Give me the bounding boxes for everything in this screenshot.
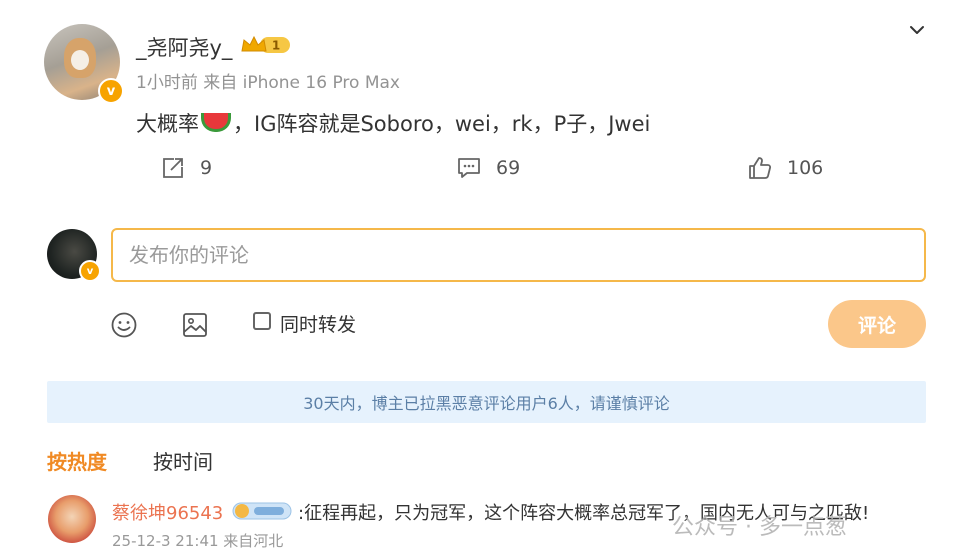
sort-by-time-tab[interactable]: 按时间 [153, 446, 213, 475]
repost-count: 9 [200, 157, 213, 179]
emoji-icon[interactable] [110, 311, 138, 339]
verified-badge-icon: v [79, 260, 101, 282]
post-text-start: 大概率 [136, 112, 199, 136]
post-text-rest: ，IG阵容就是Soboro，wei，rk，P子，Jwei [233, 112, 651, 136]
fan-badge-icon[interactable] [232, 501, 292, 521]
image-icon[interactable] [181, 311, 209, 339]
repost-checkbox[interactable] [253, 312, 271, 330]
dog-face-shape [71, 50, 89, 70]
post-text: 大概率 ，IG阵容就是Soboro，wei，rk，P子，Jwei [136, 108, 650, 138]
comment-icon [458, 158, 480, 178]
watermark: 公众号 · 多一点葱 [672, 515, 847, 540]
comment-input[interactable] [111, 228, 926, 282]
vip-level: 1 [272, 39, 280, 53]
submit-comment-button[interactable]: 评论 [828, 300, 926, 348]
repost-icon [163, 158, 183, 178]
author-username[interactable]: _尧阿尧y_ [136, 32, 232, 62]
post-meta: 1小时前 来自 iPhone 16 Pro Max [136, 73, 400, 93]
commenter-avatar[interactable] [48, 495, 96, 543]
repost-checkbox-label[interactable]: 同时转发 [280, 310, 356, 337]
repost-button[interactable]: 9 [160, 155, 212, 181]
blocked-users-notice: 30天内，博主已拉黑恶意评论用户6人，请谨慎评论 [47, 381, 926, 423]
like-count: 106 [787, 157, 824, 179]
comment-meta: 25-12-3 21:41 来自河北 [112, 532, 284, 550]
chevron-down-icon[interactable] [905, 18, 929, 42]
comment-count: 69 [496, 157, 521, 179]
watermelon-emoji-icon [201, 113, 231, 132]
sort-by-hot-tab[interactable]: 按热度 [47, 446, 107, 475]
comment-button[interactable]: 69 [456, 155, 520, 181]
verified-badge-icon: v [98, 78, 124, 104]
like-icon [749, 157, 772, 179]
commenter-name[interactable]: 蔡徐坤96543 [112, 499, 223, 525]
like-button[interactable]: 106 [747, 155, 823, 181]
vip-crown-icon[interactable]: 1 [240, 34, 292, 56]
